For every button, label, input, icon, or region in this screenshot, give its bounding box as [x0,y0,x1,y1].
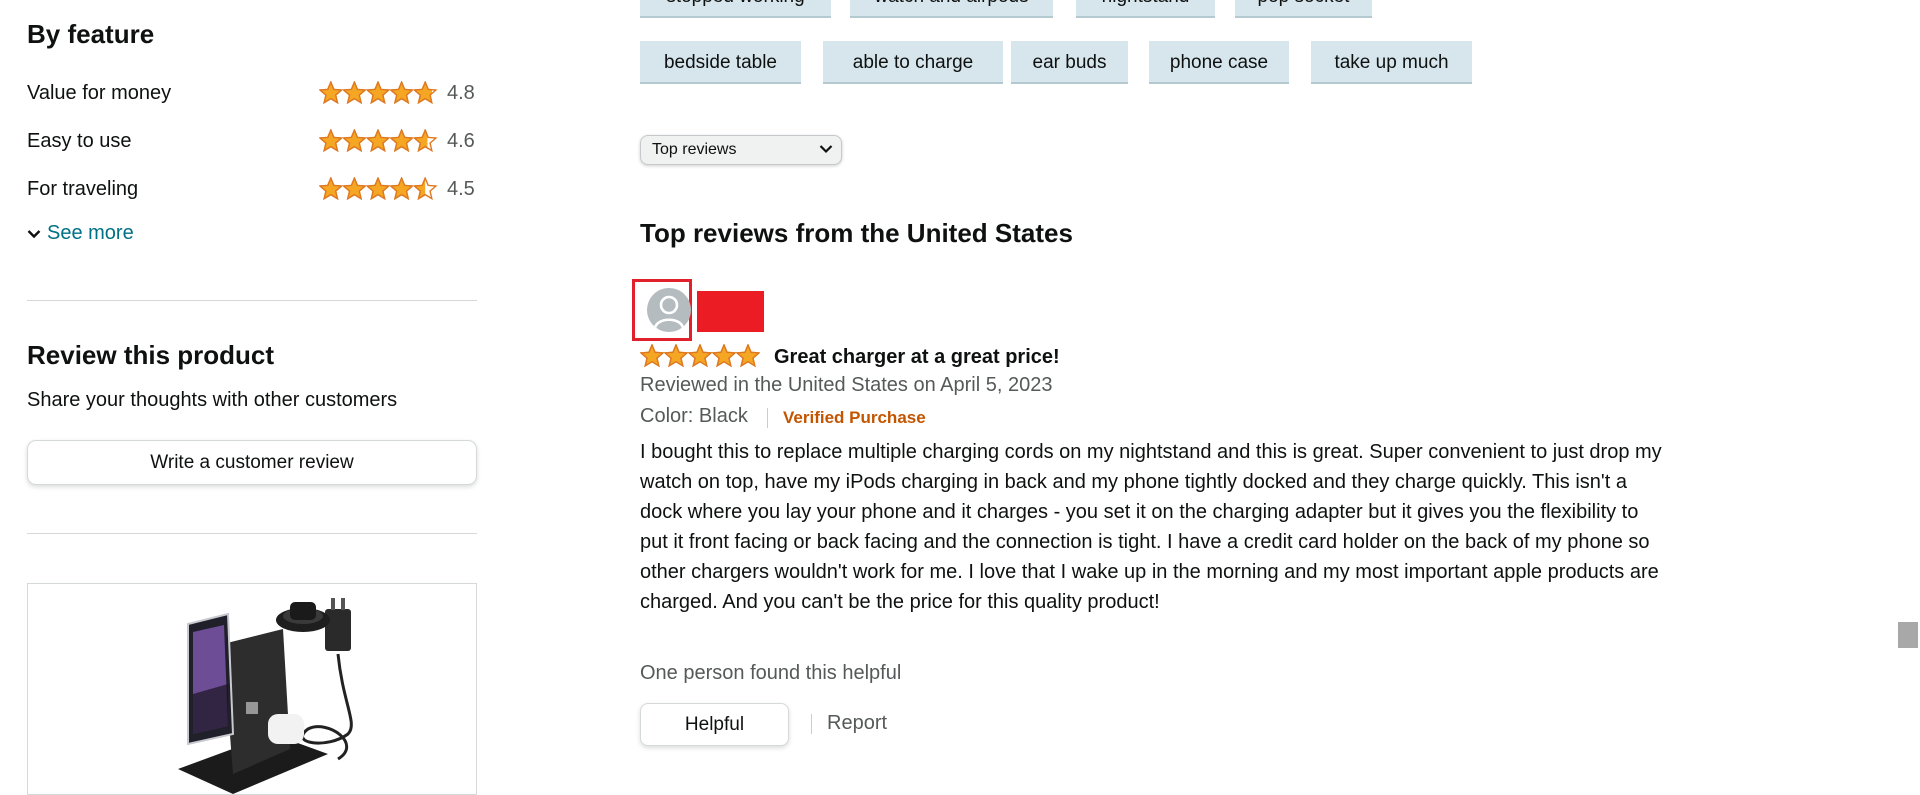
write-review-button[interactable]: Write a customer review [27,440,477,485]
divider [811,714,812,734]
star-fill [390,177,413,201]
helpful-count: One person found this helpful [640,662,902,684]
see-more-label: See more [47,222,134,244]
star-fill [390,129,413,153]
review-product-subtext: Share your thoughts with other customers [27,389,398,411]
star-fill [366,81,390,105]
star-fill [640,344,664,368]
feature-rating-value: 4.5 [447,178,475,200]
star-fill [664,344,688,368]
star-fill [390,81,413,105]
star-fill [343,129,366,153]
divider [27,533,477,534]
star-fill [366,177,390,201]
star-rating-icon [319,177,437,201]
feature-rating-value: 4.8 [447,82,475,104]
keyword-pill[interactable]: watch and airpods [850,0,1053,18]
review-title[interactable]: Great charger at a great price! [774,344,1060,370]
divider [767,408,768,428]
by-feature-heading: By feature [27,19,155,49]
feature-label: Easy to use [27,130,132,152]
keyword-pill[interactable]: bedside table [640,41,801,84]
feature-row-easy-to-use: Easy to use 4.6 [27,126,477,156]
keyword-pill[interactable]: take up much [1311,41,1472,84]
review-variant[interactable]: Color: Black [640,405,748,428]
star-fill [319,177,343,201]
keyword-pill[interactable]: nightstand [1076,0,1215,18]
star-fill [319,81,343,105]
feature-row-for-traveling: For traveling 4.5 [27,174,477,204]
see-more-link[interactable]: See more [27,222,134,245]
keyword-pill[interactable]: pop socket [1235,0,1372,18]
star-fill [688,344,712,368]
star-rating-icon [319,81,437,105]
charging-station-image [178,598,353,794]
feature-rating-value: 4.6 [447,130,475,152]
chevron-down-icon [819,145,833,154]
user-avatar-icon[interactable] [647,288,691,332]
product-thumbnail[interactable] [27,583,477,795]
scrollbar-thumb[interactable] [1898,622,1918,648]
report-link[interactable]: Report [827,712,887,735]
reviews-column: stopped working watch and airpods nights… [632,0,1740,780]
star-fill [319,129,343,153]
keyword-pill[interactable]: able to charge [823,41,1003,84]
star-fill [343,81,366,105]
sort-dropdown[interactable]: Top reviews [640,135,842,165]
review-date: Reviewed in the United States on April 5… [640,374,1053,396]
keyword-pill[interactable]: stopped working [640,0,831,18]
review-body: I bought this to replace multiple chargi… [640,441,1662,613]
star-rating-icon [319,129,437,153]
feature-label: For traveling [27,178,139,200]
keyword-pill[interactable]: ear buds [1011,41,1128,84]
star-fill [712,344,736,368]
review-product-heading: Review this product [27,340,275,370]
person-icon [653,295,685,329]
divider [27,300,477,301]
star-fill [736,344,760,368]
sort-selected-label: Top reviews [652,141,737,158]
star-fill [343,177,366,201]
star-rating-icon[interactable] [640,344,760,368]
chevron-down-icon [27,229,41,238]
helpful-button[interactable]: Helpful [640,703,789,746]
verified-purchase-badge: Verified Purchase [783,408,926,427]
top-reviews-heading: Top reviews from the United States [640,218,1073,248]
star-fill [366,129,390,153]
keyword-pill[interactable]: phone case [1149,41,1289,84]
feature-label: Value for money [27,82,172,104]
feature-row-value-for-money: Value for money 4.8 [27,78,477,108]
redacted-reviewer-name [697,291,764,332]
